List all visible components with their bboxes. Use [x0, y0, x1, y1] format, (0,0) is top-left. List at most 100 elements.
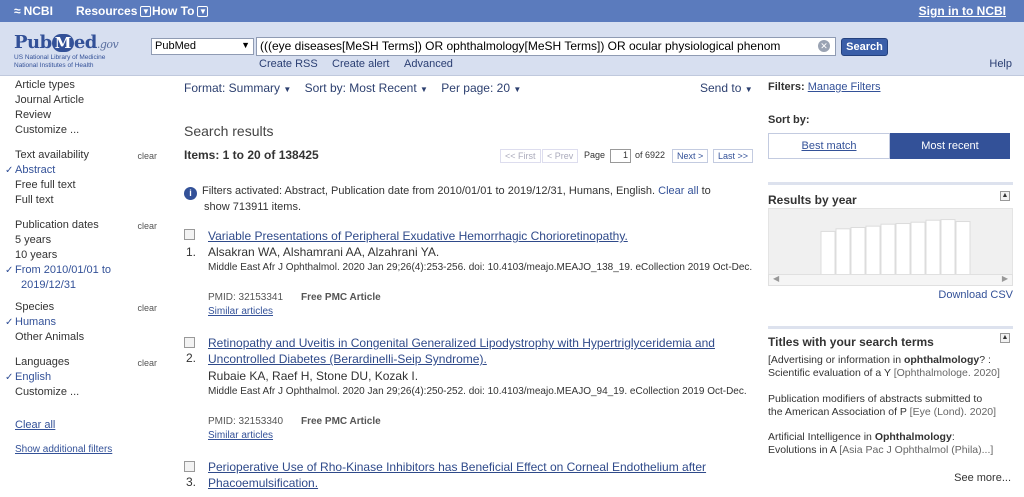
title-match-source: [Asia Pac J Ophthalmol (Phila)...] [839, 444, 994, 456]
divider [768, 326, 1013, 329]
page-number-input[interactable]: 1 [610, 149, 631, 163]
result-checkbox[interactable] [184, 461, 195, 472]
per-page-dropdown[interactable]: Per page: 20 ▼ [441, 81, 521, 95]
result-pmid: PMID: 32153340 [208, 416, 284, 427]
scroll-right-icon[interactable]: ▶ [1002, 274, 1008, 283]
title-match-text: Artificial Intelligence in [768, 431, 875, 443]
result-journal: Middle East Afr J Ophthalmol. 2020 Jan 2… [208, 386, 747, 397]
search-input[interactable]: (((eye diseases[MeSH Terms]) OR ophthalm… [256, 37, 836, 56]
filters-row: Filters: Manage Filters [768, 81, 881, 93]
year-bar[interactable] [940, 219, 956, 276]
result-title-line-1: Retinopathy and Uveitis in Congenital Ge… [208, 336, 715, 350]
results-by-year-heading: Results by year [768, 193, 857, 207]
filter-5-years[interactable]: 5 years [15, 233, 165, 248]
resources-menu[interactable]: Resources ▼ [76, 4, 152, 18]
similar-articles-link[interactable]: Similar articles [208, 430, 273, 441]
right-column: Filters: Manage Filters Sort by: Best ma… [768, 77, 1013, 497]
clear-species[interactable]: clear [137, 303, 157, 313]
manage-filters-link[interactable]: Manage Filters [808, 81, 881, 93]
howto-menu[interactable]: How To ▼ [152, 4, 209, 18]
sort-most-recent-button[interactable]: Most recent [890, 133, 1010, 159]
page-label: Page [584, 150, 606, 160]
title-match-source: [Ophthalmologe. 2020] [893, 367, 1000, 379]
filter-other-animals[interactable]: Other Animals [15, 330, 165, 345]
filter-journal-article[interactable]: Journal Article [15, 93, 165, 108]
year-bar[interactable] [850, 226, 866, 276]
result-item: 2. Retinopathy and Uveitis in Congenital… [184, 334, 754, 444]
filter-english[interactable]: English [15, 370, 165, 385]
year-bar[interactable] [895, 223, 911, 276]
clear-text-availability[interactable]: clear [137, 151, 157, 161]
ncbi-logo[interactable]: ≈ NCBI [14, 4, 53, 18]
see-more-link[interactable]: See more... [954, 472, 1011, 484]
ncbi-top-bar: ≈ NCBI Resources ▼ How To ▼ Sign in to NCBI [0, 0, 1024, 22]
result-number: 2. [186, 351, 197, 365]
filter-abstract[interactable]: Abstract [15, 163, 165, 178]
filter-free-full-text[interactable]: Free full text [15, 178, 165, 193]
filters-clear-all-link[interactable]: Clear all [658, 185, 698, 197]
pubmed-logo[interactable]: Pub Med.gov US National Library of Medici… [14, 32, 144, 69]
send-to-dropdown[interactable]: Send to ▼ [700, 81, 753, 95]
search-button[interactable]: Search [841, 38, 888, 56]
free-pmc-article-label: Free PMC Article [301, 292, 381, 303]
format-dropdown[interactable]: Format: Summary ▼ [184, 81, 291, 95]
help-link[interactable]: Help [989, 58, 1012, 70]
result-item: 1. Variable Presentations of Peripheral … [184, 226, 754, 321]
filter-custom-date-range[interactable]: From 2010/01/01 to [15, 263, 165, 278]
title-match-text: [Advertising or information in [768, 354, 904, 366]
result-title-link[interactable]: Retinopathy and Uveitis in Congenital Ge… [208, 335, 715, 367]
sort-best-match-button[interactable]: Best match [768, 133, 890, 159]
sort-dropdown[interactable]: Sort by: Most Recent ▼ [305, 81, 428, 95]
result-checkbox[interactable] [184, 229, 195, 240]
chevron-down-icon: ▼ [197, 6, 209, 18]
year-bar[interactable] [910, 221, 926, 276]
clear-publication-dates[interactable]: clear [137, 221, 157, 231]
first-page-button[interactable]: << First [500, 149, 541, 163]
filter-customize-article-types[interactable]: Customize ... [15, 123, 165, 138]
next-page-button[interactable]: Next > [672, 149, 709, 163]
chart-scrollbar[interactable]: ◀ ▶ [768, 274, 1013, 286]
filter-custom-date-range-end[interactable]: 2019/12/31 [15, 278, 165, 293]
sort-label: Sort by: Most Recent [304, 81, 417, 95]
scroll-left-icon[interactable]: ◀ [773, 274, 779, 283]
filter-customize-languages[interactable]: Customize ... [15, 385, 165, 400]
result-title-link[interactable]: Perioperative Use of Rho-Kinase Inhibito… [208, 459, 706, 491]
clear-languages[interactable]: clear [137, 358, 157, 368]
prev-page-button[interactable]: < Prev [542, 149, 579, 163]
download-csv-link[interactable]: Download CSV [938, 289, 1013, 301]
year-bar[interactable] [955, 221, 971, 276]
divider [768, 182, 1013, 185]
result-checkbox[interactable] [184, 337, 195, 348]
last-page-button[interactable]: Last >> [713, 149, 754, 163]
similar-articles-link[interactable]: Similar articles [208, 306, 273, 317]
create-alert-link[interactable]: Create alert [332, 58, 389, 70]
database-select[interactable]: PubMed ▼ [151, 38, 254, 55]
logo-pub: Pub [14, 32, 52, 53]
filter-10-years[interactable]: 10 years [15, 248, 165, 263]
logo-m: M [51, 34, 74, 52]
year-bar[interactable] [880, 223, 896, 276]
advanced-link[interactable]: Advanced [404, 58, 453, 70]
sign-in-link[interactable]: Sign in to NCBI [919, 4, 1006, 18]
triangle-down-icon: ▼ [744, 85, 753, 94]
filter-humans[interactable]: Humans [15, 315, 165, 330]
year-bar[interactable] [865, 225, 881, 276]
collapse-icon[interactable]: ▲ [1000, 333, 1010, 343]
year-bar[interactable] [835, 228, 851, 276]
title-match-term: ophthalmology [903, 354, 980, 366]
filter-full-text[interactable]: Full text [15, 193, 165, 208]
title-match-source: [Eye (Lond). 2020] [909, 406, 997, 418]
show-additional-filters-link[interactable]: Show additional filters [15, 444, 112, 455]
clear-all-filters-link[interactable]: Clear all [15, 419, 55, 431]
year-bar[interactable] [820, 230, 836, 276]
clear-search-icon[interactable]: ✕ [818, 40, 830, 52]
result-journal: Middle East Afr J Ophthalmol. 2020 Jan 2… [208, 262, 753, 273]
result-title-link[interactable]: Variable Presentations of Peripheral Exu… [208, 228, 628, 244]
year-bar[interactable] [925, 219, 941, 276]
title-match-item[interactable]: Artificial Intelligence in Ophthalmology… [768, 431, 1013, 457]
title-match-item[interactable]: Publication modifiers of abstracts submi… [768, 393, 1013, 419]
title-match-item[interactable]: [Advertising or information in ophthalmo… [768, 354, 1013, 380]
create-rss-link[interactable]: Create RSS [259, 58, 318, 70]
filter-review[interactable]: Review [15, 108, 165, 123]
collapse-icon[interactable]: ▲ [1000, 191, 1010, 201]
